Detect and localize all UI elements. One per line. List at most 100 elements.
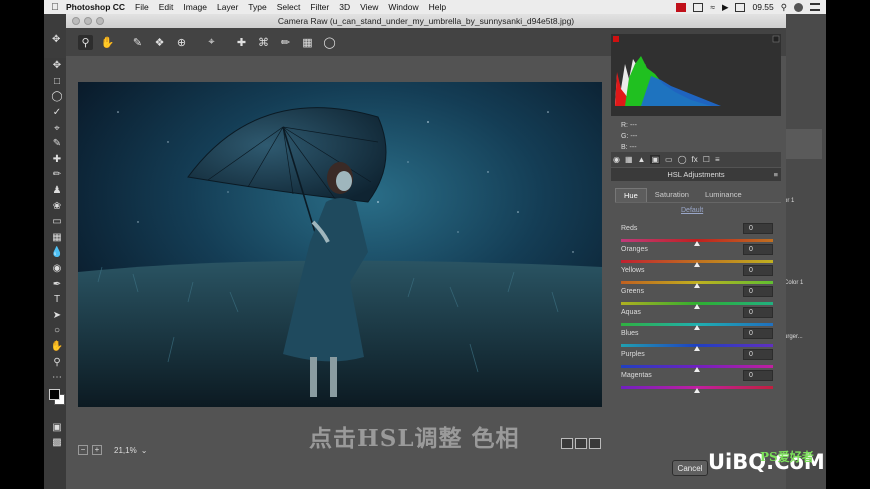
slider-greens: Greens 0 <box>621 286 773 309</box>
slider-blues: Blues 0 <box>621 328 773 351</box>
display-icon[interactable] <box>693 2 704 12</box>
tab-saturation[interactable]: Saturation <box>647 188 697 202</box>
slider-value-field[interactable]: 0 <box>743 244 773 255</box>
panel-tabs: ◉ ▦ ▲ ▣ ▭ ◯ fx ☐ ≡ <box>611 152 781 167</box>
slider-label: Purples <box>621 351 645 358</box>
menu-select[interactable]: Select <box>277 2 301 12</box>
zoom-tool-icon[interactable]: ⚲ <box>78 34 93 50</box>
hand-tool-icon[interactable]: ✋ <box>100 35 115 50</box>
lens-corrections-tab-icon[interactable]: ◯ <box>678 155 687 164</box>
app-menu[interactable]: Photoshop CC <box>66 2 125 12</box>
crop-tool-icon[interactable]: ⌖ <box>204 35 219 50</box>
highlight-clipping-indicator[interactable] <box>772 35 780 43</box>
volume-icon[interactable]: ▶ <box>722 2 729 13</box>
slider-label: Greens <box>621 288 644 295</box>
color-sampler-tool-icon[interactable]: ❖ <box>152 35 167 50</box>
mac-menubar:  Photoshop CC File Edit Image Layer Typ… <box>44 0 826 14</box>
default-link[interactable]: Default <box>681 207 703 214</box>
slider-value-field[interactable]: 0 <box>743 328 773 339</box>
white-balance-tool-icon[interactable]: ✎ <box>130 35 145 50</box>
siri-icon[interactable] <box>794 2 803 12</box>
tab-luminance[interactable]: Luminance <box>697 188 750 202</box>
photoshop-right-panels: or 1 Color 1 urger... <box>782 14 826 489</box>
camera-calibration-tab-icon[interactable]: ☐ <box>703 155 710 164</box>
split-toning-tab-icon[interactable]: ▭ <box>665 155 673 164</box>
notification-center-icon[interactable] <box>810 3 820 11</box>
shadow-clipping-indicator[interactable] <box>613 36 619 42</box>
slider-oranges: Oranges 0 <box>621 244 773 267</box>
spot-removal-tool-icon[interactable]: ✚ <box>234 35 249 50</box>
menu-image[interactable]: Image <box>183 2 207 12</box>
hsl-tab-icon[interactable]: ▣ <box>650 155 661 164</box>
cancel-button[interactable]: Cancel <box>672 460 708 476</box>
r-readout: R: --- <box>621 122 637 129</box>
graduated-filter-icon[interactable]: ▦ <box>300 35 315 50</box>
menu-edit[interactable]: Edit <box>159 2 174 12</box>
dialog-title: Camera Raw (u_can_stand_under_my_umbrell… <box>277 16 575 26</box>
hsl-subtabs: Hue Saturation Luminance <box>615 188 750 202</box>
zoom-dropdown-icon[interactable]: ⌄ <box>141 446 148 455</box>
panel-label-2: Color 1 <box>784 280 804 286</box>
dialog-titlebar: Camera Raw (u_can_stand_under_my_umbrell… <box>66 14 786 28</box>
tab-hue[interactable]: Hue <box>615 188 647 202</box>
slider-thumb[interactable] <box>694 388 700 393</box>
panel-title: HSL Adjustments <box>667 170 725 179</box>
panel-menu-icon[interactable]: ≡ <box>774 168 778 181</box>
menu-view[interactable]: View <box>360 2 378 12</box>
zoom-out-button[interactable]: − <box>78 445 88 455</box>
image-preview[interactable] <box>78 82 602 407</box>
presets-tab-icon[interactable]: ≡ <box>715 155 720 164</box>
apple-menu-icon[interactable]:  <box>44 2 66 13</box>
move-options-icon[interactable]: ✥ <box>52 34 60 45</box>
battery-icon[interactable] <box>735 2 746 12</box>
wifi-icon[interactable]: ≈ <box>710 2 715 12</box>
menu-window[interactable]: Window <box>388 2 418 12</box>
swap-settings-icon[interactable] <box>575 438 587 449</box>
targeted-adjustment-tool-icon[interactable]: ⊕ <box>174 35 189 50</box>
menu-filter[interactable]: Filter <box>310 2 329 12</box>
tutorial-caption: 点击HSL调整 色相 <box>309 425 520 452</box>
spotlight-icon[interactable]: ⚲ <box>781 2 787 13</box>
preview-settings-icon[interactable] <box>589 438 601 449</box>
menu-help[interactable]: Help <box>429 2 446 12</box>
slider-label: Blues <box>621 330 639 337</box>
slider-value-field[interactable]: 0 <box>743 265 773 276</box>
clock[interactable]: 09.55 <box>752 2 773 12</box>
panel-label-3: urger... <box>784 334 803 340</box>
radial-filter-icon[interactable]: ◯ <box>322 35 337 50</box>
red-eye-tool-icon[interactable]: ⌘ <box>256 35 271 50</box>
view-mode-buttons <box>561 438 601 449</box>
slider-value-field[interactable]: 0 <box>743 307 773 318</box>
slider-value-field[interactable]: 0 <box>743 286 773 297</box>
menu-3d[interactable]: 3D <box>339 2 350 12</box>
close-window-icon[interactable] <box>72 17 80 25</box>
detail-tab-icon[interactable]: ▲ <box>638 155 646 164</box>
foreground-color-swatch[interactable] <box>49 389 60 401</box>
effects-tab-icon[interactable]: fx <box>692 155 698 164</box>
before-after-toggle-icon[interactable] <box>561 438 573 449</box>
menu-file[interactable]: File <box>135 2 149 12</box>
slider-label: Magentas <box>621 372 652 379</box>
zoom-window-icon[interactable] <box>96 17 104 25</box>
slider-label: Reds <box>621 225 638 232</box>
panel-subtitle-bar: HSL Adjustments ≡ <box>611 168 781 181</box>
camera-raw-panel: R: --- G: --- B: --- ◉ ▦ ▲ ▣ ▭ ◯ fx ☐ ≡ … <box>611 34 783 454</box>
menu-layer[interactable]: Layer <box>217 2 238 12</box>
tone-curve-tab-icon[interactable]: ▦ <box>625 155 633 164</box>
slider-label: Oranges <box>621 246 648 253</box>
zoom-in-button[interactable]: + <box>92 445 102 455</box>
menu-type[interactable]: Type <box>248 2 266 12</box>
slider-value-field[interactable]: 0 <box>743 349 773 360</box>
basic-tab-icon[interactable]: ◉ <box>613 155 620 164</box>
slider-value-field[interactable]: 0 <box>743 370 773 381</box>
g-readout: G: --- <box>621 133 638 140</box>
histogram <box>611 34 781 116</box>
adjustment-brush-icon[interactable]: ✏ <box>278 35 293 50</box>
record-icon[interactable] <box>676 2 687 12</box>
slider-reds: Reds 0 <box>621 223 773 246</box>
zoom-level[interactable]: 21,1% <box>114 446 137 455</box>
histogram-graph <box>613 35 780 106</box>
minimize-window-icon[interactable] <box>84 17 92 25</box>
panel-thumbnail[interactable] <box>786 129 822 159</box>
slider-value-field[interactable]: 0 <box>743 223 773 234</box>
